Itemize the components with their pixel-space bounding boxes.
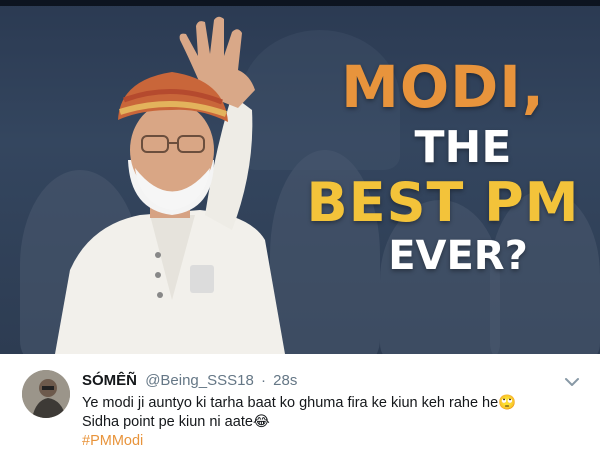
headline: MODI, THE BEST PM EVER? (298, 58, 588, 276)
headline-line3: BEST PM (306, 171, 580, 234)
tweet-media-image[interactable]: MODI, THE BEST PM EVER? (0, 0, 600, 354)
avatar[interactable] (22, 370, 70, 418)
hashtag-link[interactable]: #PMModi (82, 432, 582, 450)
user-handle[interactable]: @Being_SSS18 (145, 372, 254, 389)
headline-line2: THE (414, 122, 512, 173)
separator-dot: · (261, 372, 266, 389)
display-name[interactable]: SÓMÊÑ (82, 372, 137, 389)
headline-line4: EVER? (388, 233, 528, 279)
tweet-card: MODI, THE BEST PM EVER? SÓMÊÑ @Being_SSS… (0, 0, 600, 450)
timestamp[interactable]: 28s (273, 372, 297, 389)
headline-line1: MODI, (341, 53, 545, 121)
tweet-header: SÓMÊÑ @Being_SSS18 · 28s (82, 372, 297, 389)
chevron-down-icon[interactable] (564, 376, 580, 388)
tweet[interactable]: SÓMÊÑ @Being_SSS18 · 28s Ye modi ji aunt… (0, 354, 600, 450)
tweet-text-line2: Sidha point pe kiun ni aate😂 (82, 414, 270, 430)
tweet-text: Ye modi ji auntyo ki tarha baat ko ghuma… (82, 394, 582, 450)
tweet-text-line1: Ye modi ji auntyo ki tarha baat ko ghuma… (82, 395, 517, 411)
avatar-image (22, 370, 70, 418)
